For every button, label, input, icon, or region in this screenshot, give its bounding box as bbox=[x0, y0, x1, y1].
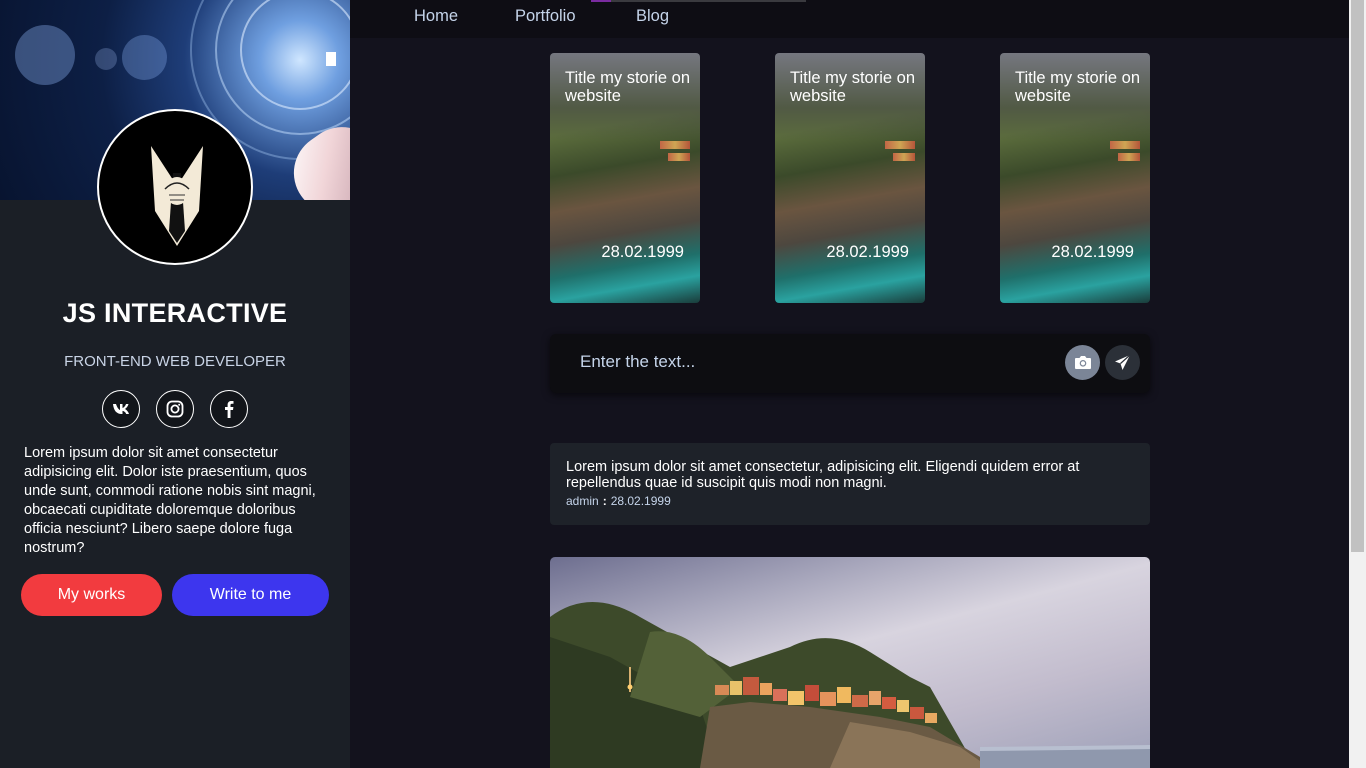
post-meta: admin:28.02.1999 bbox=[566, 494, 671, 508]
attach-photo-button[interactable] bbox=[1065, 345, 1100, 380]
post-date: 28.02.1999 bbox=[610, 494, 671, 508]
facebook-link[interactable] bbox=[210, 390, 248, 428]
story-date: 28.02.1999 bbox=[826, 243, 909, 261]
story-title: Title my storie on website bbox=[565, 69, 691, 105]
suit-logo-icon bbox=[151, 146, 203, 246]
page-scrollbar[interactable] bbox=[1349, 0, 1366, 768]
instagram-link[interactable] bbox=[156, 390, 194, 428]
post-text-input[interactable] bbox=[580, 352, 1040, 372]
nav-home[interactable]: Home bbox=[414, 7, 458, 26]
brand-name: JS INTERACTIVE bbox=[62, 298, 288, 328]
vk-icon bbox=[113, 404, 129, 414]
story-title: Title my storie on website bbox=[790, 69, 916, 105]
profile-sidebar: JS INTERACTIVE FRONT-END WEB DEVELOPER L… bbox=[0, 0, 350, 768]
camera-icon bbox=[1074, 356, 1091, 369]
story-date: 28.02.1999 bbox=[601, 243, 684, 261]
post-composer bbox=[550, 334, 1150, 393]
post-author[interactable]: admin bbox=[566, 494, 599, 508]
post-photo bbox=[550, 557, 1150, 768]
instagram-icon bbox=[166, 400, 184, 418]
send-button[interactable] bbox=[1105, 345, 1140, 380]
write-to-me-button[interactable]: Write to me bbox=[172, 574, 329, 616]
bio-text: Lorem ipsum dolor sit amet consectetur a… bbox=[24, 445, 316, 556]
vk-link[interactable] bbox=[102, 390, 140, 428]
my-works-button[interactable]: My works bbox=[21, 574, 162, 616]
story-card[interactable]: Title my storie on website 28.02.1999 bbox=[1000, 53, 1150, 303]
post-meta-separator: : bbox=[602, 494, 607, 508]
send-icon bbox=[1115, 354, 1131, 370]
scrollbar-thumb[interactable] bbox=[1351, 0, 1364, 552]
avatar bbox=[97, 109, 253, 265]
story-card[interactable]: Title my storie on website 28.02.1999 bbox=[775, 53, 925, 303]
nav-blog[interactable]: Blog bbox=[636, 7, 669, 26]
top-navigation: Home Portfolio Blog bbox=[350, 0, 1349, 38]
nav-active-indicator bbox=[591, 0, 806, 2]
social-links bbox=[102, 390, 248, 428]
story-title: Title my storie on website bbox=[1015, 69, 1141, 105]
nav-portfolio[interactable]: Portfolio bbox=[515, 7, 576, 26]
story-date: 28.02.1999 bbox=[1051, 243, 1134, 261]
brand-role: FRONT-END WEB DEVELOPER bbox=[64, 353, 286, 370]
facebook-icon bbox=[225, 401, 234, 418]
coastal-village-image bbox=[550, 602, 1150, 768]
post-card: Lorem ipsum dolor sit amet consectetur, … bbox=[550, 443, 1150, 525]
story-card[interactable]: Title my storie on website 28.02.1999 bbox=[550, 53, 700, 303]
post-text: Lorem ipsum dolor sit amet consectetur, … bbox=[566, 459, 1080, 491]
